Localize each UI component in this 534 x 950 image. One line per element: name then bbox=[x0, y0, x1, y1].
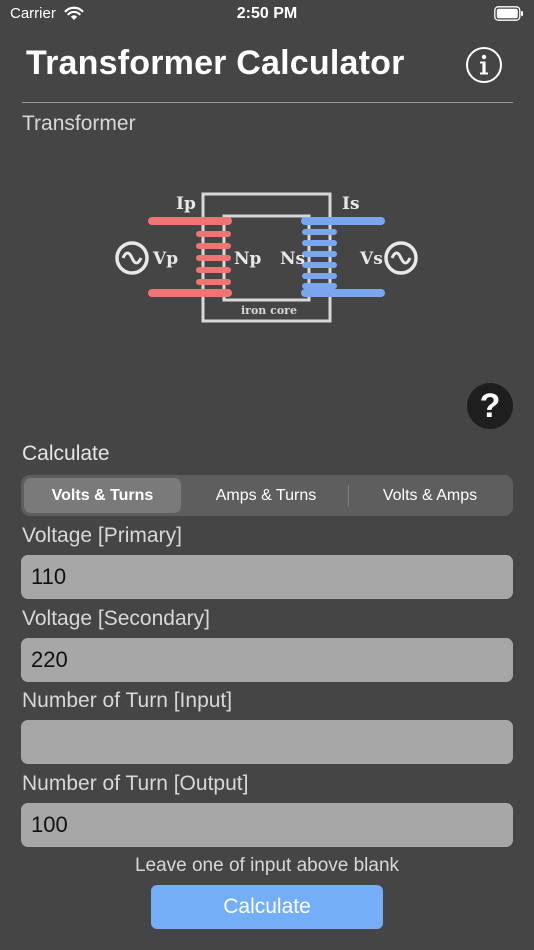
blank-input-hint: Leave one of input above blank bbox=[134, 855, 400, 876]
help-icon: ? bbox=[479, 387, 501, 425]
ac-source-secondary-icon bbox=[384, 241, 418, 275]
label-np: Np bbox=[234, 249, 262, 269]
tab-volts-turns[interactable]: Volts & Turns bbox=[24, 478, 181, 513]
tab-volts-amps[interactable]: Volts & Amps bbox=[349, 478, 511, 513]
voltage-secondary-input[interactable] bbox=[21, 638, 513, 682]
transformer-diagram: Ip Is Vp Vs Np Ns iron core bbox=[115, 192, 418, 323]
label-is: Is bbox=[342, 194, 360, 214]
label-vp: Vp bbox=[152, 249, 178, 269]
turns-input-label: Number of Turn [Input] bbox=[22, 689, 233, 712]
label-iron-core: iron core bbox=[241, 304, 297, 317]
help-button[interactable]: ? bbox=[467, 383, 513, 429]
battery-icon bbox=[494, 6, 523, 21]
label-vs: Vs bbox=[359, 249, 383, 269]
turns-input-field[interactable] bbox=[21, 720, 513, 764]
status-bar: Carrier 2:50 PM bbox=[0, 0, 534, 28]
voltage-secondary-label: Voltage [Secondary] bbox=[22, 607, 210, 630]
tab-amps-turns[interactable]: Amps & Turns bbox=[185, 478, 347, 513]
transformer-section-label: Transformer bbox=[22, 112, 136, 135]
turns-output-label: Number of Turn [Output] bbox=[22, 772, 249, 795]
status-time: 2:50 PM bbox=[236, 5, 298, 22]
label-ip: Ip bbox=[176, 194, 196, 214]
calculate-button[interactable]: Calculate bbox=[151, 885, 383, 929]
calculation-mode-segmented-control: Volts & Turns Amps & Turns Volts & Amps bbox=[21, 475, 513, 516]
page-title: Transformer Calculator bbox=[26, 44, 405, 82]
label-ns: Ns bbox=[280, 249, 305, 269]
voltage-primary-input[interactable] bbox=[21, 555, 513, 599]
ac-source-primary-icon bbox=[115, 241, 149, 275]
info-icon[interactable] bbox=[465, 46, 503, 84]
turns-output-field[interactable] bbox=[21, 803, 513, 847]
voltage-primary-label: Voltage [Primary] bbox=[22, 524, 182, 547]
header-divider bbox=[22, 102, 513, 103]
calculate-section-label: Calculate bbox=[22, 442, 110, 465]
